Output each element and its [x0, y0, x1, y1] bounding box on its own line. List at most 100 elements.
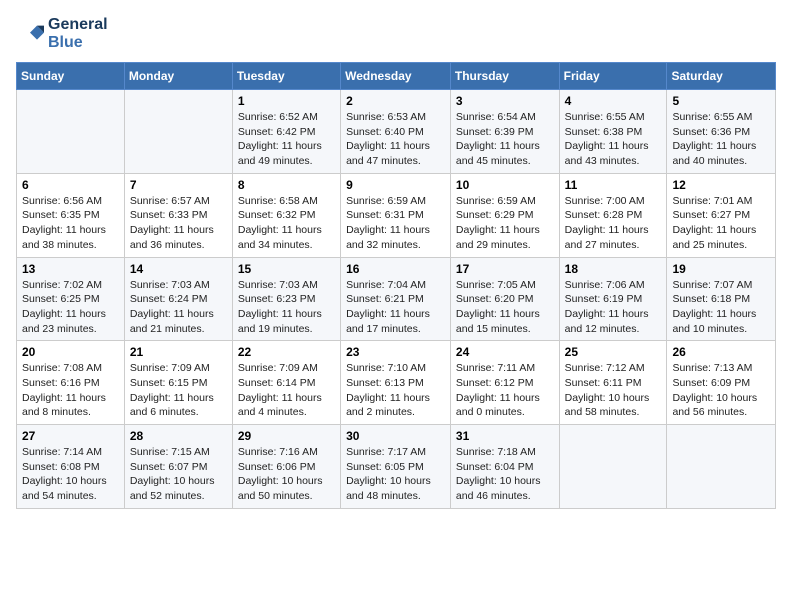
day-number: 16: [346, 262, 445, 276]
calendar-cell: 15Sunrise: 7:03 AM Sunset: 6:23 PM Dayli…: [232, 257, 340, 341]
calendar-cell: [124, 90, 232, 174]
calendar-cell: 9 Sunrise: 6:59 AM Sunset: 6:31 PM Daylig…: [341, 173, 451, 257]
weekday-header-tuesday: Tuesday: [232, 63, 340, 90]
cell-info: Sunrise: 7:08 AM Sunset: 6:16 PM Dayligh…: [22, 361, 119, 420]
cell-info: Sunrise: 7:15 AM Sunset: 6:07 PM Dayligh…: [130, 445, 227, 504]
cell-info: Sunrise: 7:09 AM Sunset: 6:14 PM Dayligh…: [238, 361, 335, 420]
calendar-cell: 25 Sunrise: 7:12 AM Sunset: 6:11 PM Dayli…: [559, 341, 667, 425]
calendar-body: 1Sunrise: 6:52 AM Sunset: 6:42 PM Daylig…: [17, 90, 776, 509]
cell-info: Sunrise: 6:57 AM Sunset: 6:33 PM Dayligh…: [130, 194, 227, 253]
day-number: 21: [130, 345, 227, 359]
day-number: 27: [22, 429, 119, 443]
weekday-header-row: SundayMondayTuesdayWednesdayThursdayFrid…: [17, 63, 776, 90]
cell-info: Sunrise: 7:06 AM Sunset: 6:19 PM Dayligh…: [565, 278, 662, 337]
day-number: 23: [346, 345, 445, 359]
cell-info: Sunrise: 7:17 AM Sunset: 6:05 PM Dayligh…: [346, 445, 445, 504]
calendar-cell: 29 Sunrise: 7:16 AM Sunset: 6:06 PM Dayli…: [232, 425, 340, 509]
cell-info: Sunrise: 7:04 AM Sunset: 6:21 PM Dayligh…: [346, 278, 445, 337]
weekday-header-friday: Friday: [559, 63, 667, 90]
calendar-cell: 7 Sunrise: 6:57 AM Sunset: 6:33 PM Daylig…: [124, 173, 232, 257]
day-number: 2: [346, 94, 445, 108]
calendar-cell: 6 Sunrise: 6:56 AM Sunset: 6:35 PM Daylig…: [17, 173, 125, 257]
weekday-header-saturday: Saturday: [667, 63, 776, 90]
day-number: 19: [672, 262, 770, 276]
cell-info: Sunrise: 7:18 AM Sunset: 6:04 PM Dayligh…: [456, 445, 554, 504]
calendar-week-row: 20 Sunrise: 7:08 AM Sunset: 6:16 PM Dayli…: [17, 341, 776, 425]
logo-icon: [16, 20, 44, 48]
calendar-cell: 30 Sunrise: 7:17 AM Sunset: 6:05 PM Dayli…: [341, 425, 451, 509]
day-number: 28: [130, 429, 227, 443]
cell-info: Sunrise: 7:11 AM Sunset: 6:12 PM Dayligh…: [456, 361, 554, 420]
calendar-cell: [559, 425, 667, 509]
cell-info: Sunrise: 6:59 AM Sunset: 6:31 PM Dayligh…: [346, 194, 445, 253]
day-number: 10: [456, 178, 554, 192]
calendar-cell: [17, 90, 125, 174]
calendar-cell: 16 Sunrise: 7:04 AM Sunset: 6:21 PM Dayli…: [341, 257, 451, 341]
day-number: 7: [130, 178, 227, 192]
calendar-cell: 5 Sunrise: 6:55 AM Sunset: 6:36 PM Daylig…: [667, 90, 776, 174]
cell-info: Sunrise: 7:12 AM Sunset: 6:11 PM Dayligh…: [565, 361, 662, 420]
calendar-week-row: 27Sunrise: 7:14 AM Sunset: 6:08 PM Dayli…: [17, 425, 776, 509]
cell-info: Sunrise: 6:54 AM Sunset: 6:39 PM Dayligh…: [456, 110, 554, 169]
day-number: 6: [22, 178, 119, 192]
calendar-cell: 17 Sunrise: 7:05 AM Sunset: 6:20 PM Dayli…: [450, 257, 559, 341]
calendar-cell: 19Sunrise: 7:07 AM Sunset: 6:18 PM Dayli…: [667, 257, 776, 341]
cell-info: Sunrise: 6:55 AM Sunset: 6:38 PM Dayligh…: [565, 110, 662, 169]
cell-info: Sunrise: 6:52 AM Sunset: 6:42 PM Dayligh…: [238, 110, 335, 169]
weekday-header-monday: Monday: [124, 63, 232, 90]
cell-info: Sunrise: 7:13 AM Sunset: 6:09 PM Dayligh…: [672, 361, 770, 420]
day-number: 8: [238, 178, 335, 192]
cell-info: Sunrise: 6:59 AM Sunset: 6:29 PM Dayligh…: [456, 194, 554, 253]
calendar-cell: 31Sunrise: 7:18 AM Sunset: 6:04 PM Dayli…: [450, 425, 559, 509]
day-number: 11: [565, 178, 662, 192]
day-number: 22: [238, 345, 335, 359]
day-number: 26: [672, 345, 770, 359]
calendar-header: SundayMondayTuesdayWednesdayThursdayFrid…: [17, 63, 776, 90]
calendar-cell: 1Sunrise: 6:52 AM Sunset: 6:42 PM Daylig…: [232, 90, 340, 174]
cell-info: Sunrise: 7:10 AM Sunset: 6:13 PM Dayligh…: [346, 361, 445, 420]
calendar-week-row: 1Sunrise: 6:52 AM Sunset: 6:42 PM Daylig…: [17, 90, 776, 174]
cell-info: Sunrise: 7:01 AM Sunset: 6:27 PM Dayligh…: [672, 194, 770, 253]
day-number: 13: [22, 262, 119, 276]
page-header: General Blue: [16, 16, 776, 52]
cell-info: Sunrise: 7:09 AM Sunset: 6:15 PM Dayligh…: [130, 361, 227, 420]
calendar-cell: 22 Sunrise: 7:09 AM Sunset: 6:14 PM Dayli…: [232, 341, 340, 425]
day-number: 20: [22, 345, 119, 359]
calendar-cell: 20 Sunrise: 7:08 AM Sunset: 6:16 PM Dayli…: [17, 341, 125, 425]
calendar-cell: 14Sunrise: 7:03 AM Sunset: 6:24 PM Dayli…: [124, 257, 232, 341]
day-number: 9: [346, 178, 445, 192]
calendar-cell: 24 Sunrise: 7:11 AM Sunset: 6:12 PM Dayli…: [450, 341, 559, 425]
cell-info: Sunrise: 6:55 AM Sunset: 6:36 PM Dayligh…: [672, 110, 770, 169]
calendar-cell: 23 Sunrise: 7:10 AM Sunset: 6:13 PM Dayli…: [341, 341, 451, 425]
calendar-cell: 28 Sunrise: 7:15 AM Sunset: 6:07 PM Dayli…: [124, 425, 232, 509]
day-number: 30: [346, 429, 445, 443]
calendar-week-row: 6 Sunrise: 6:56 AM Sunset: 6:35 PM Daylig…: [17, 173, 776, 257]
day-number: 12: [672, 178, 770, 192]
calendar-cell: 12 Sunrise: 7:01 AM Sunset: 6:27 PM Dayli…: [667, 173, 776, 257]
calendar-cell: 10 Sunrise: 6:59 AM Sunset: 6:29 PM Dayli…: [450, 173, 559, 257]
calendar-cell: 8 Sunrise: 6:58 AM Sunset: 6:32 PM Daylig…: [232, 173, 340, 257]
day-number: 18: [565, 262, 662, 276]
calendar-week-row: 13 Sunrise: 7:02 AM Sunset: 6:25 PM Dayli…: [17, 257, 776, 341]
logo: General Blue: [16, 16, 108, 52]
day-number: 29: [238, 429, 335, 443]
cell-info: Sunrise: 6:58 AM Sunset: 6:32 PM Dayligh…: [238, 194, 335, 253]
calendar-table: SundayMondayTuesdayWednesdayThursdayFrid…: [16, 62, 776, 509]
cell-info: Sunrise: 7:05 AM Sunset: 6:20 PM Dayligh…: [456, 278, 554, 337]
cell-info: Sunrise: 6:56 AM Sunset: 6:35 PM Dayligh…: [22, 194, 119, 253]
day-number: 24: [456, 345, 554, 359]
day-number: 25: [565, 345, 662, 359]
calendar-cell: 11Sunrise: 7:00 AM Sunset: 6:28 PM Dayli…: [559, 173, 667, 257]
weekday-header-thursday: Thursday: [450, 63, 559, 90]
calendar-cell: 27Sunrise: 7:14 AM Sunset: 6:08 PM Dayli…: [17, 425, 125, 509]
cell-info: Sunrise: 7:16 AM Sunset: 6:06 PM Dayligh…: [238, 445, 335, 504]
day-number: 14: [130, 262, 227, 276]
calendar-cell: 18 Sunrise: 7:06 AM Sunset: 6:19 PM Dayli…: [559, 257, 667, 341]
day-number: 5: [672, 94, 770, 108]
cell-info: Sunrise: 6:53 AM Sunset: 6:40 PM Dayligh…: [346, 110, 445, 169]
cell-info: Sunrise: 7:02 AM Sunset: 6:25 PM Dayligh…: [22, 278, 119, 337]
calendar-cell: 4Sunrise: 6:55 AM Sunset: 6:38 PM Daylig…: [559, 90, 667, 174]
calendar-cell: 2 Sunrise: 6:53 AM Sunset: 6:40 PM Daylig…: [341, 90, 451, 174]
day-number: 17: [456, 262, 554, 276]
calendar-cell: [667, 425, 776, 509]
